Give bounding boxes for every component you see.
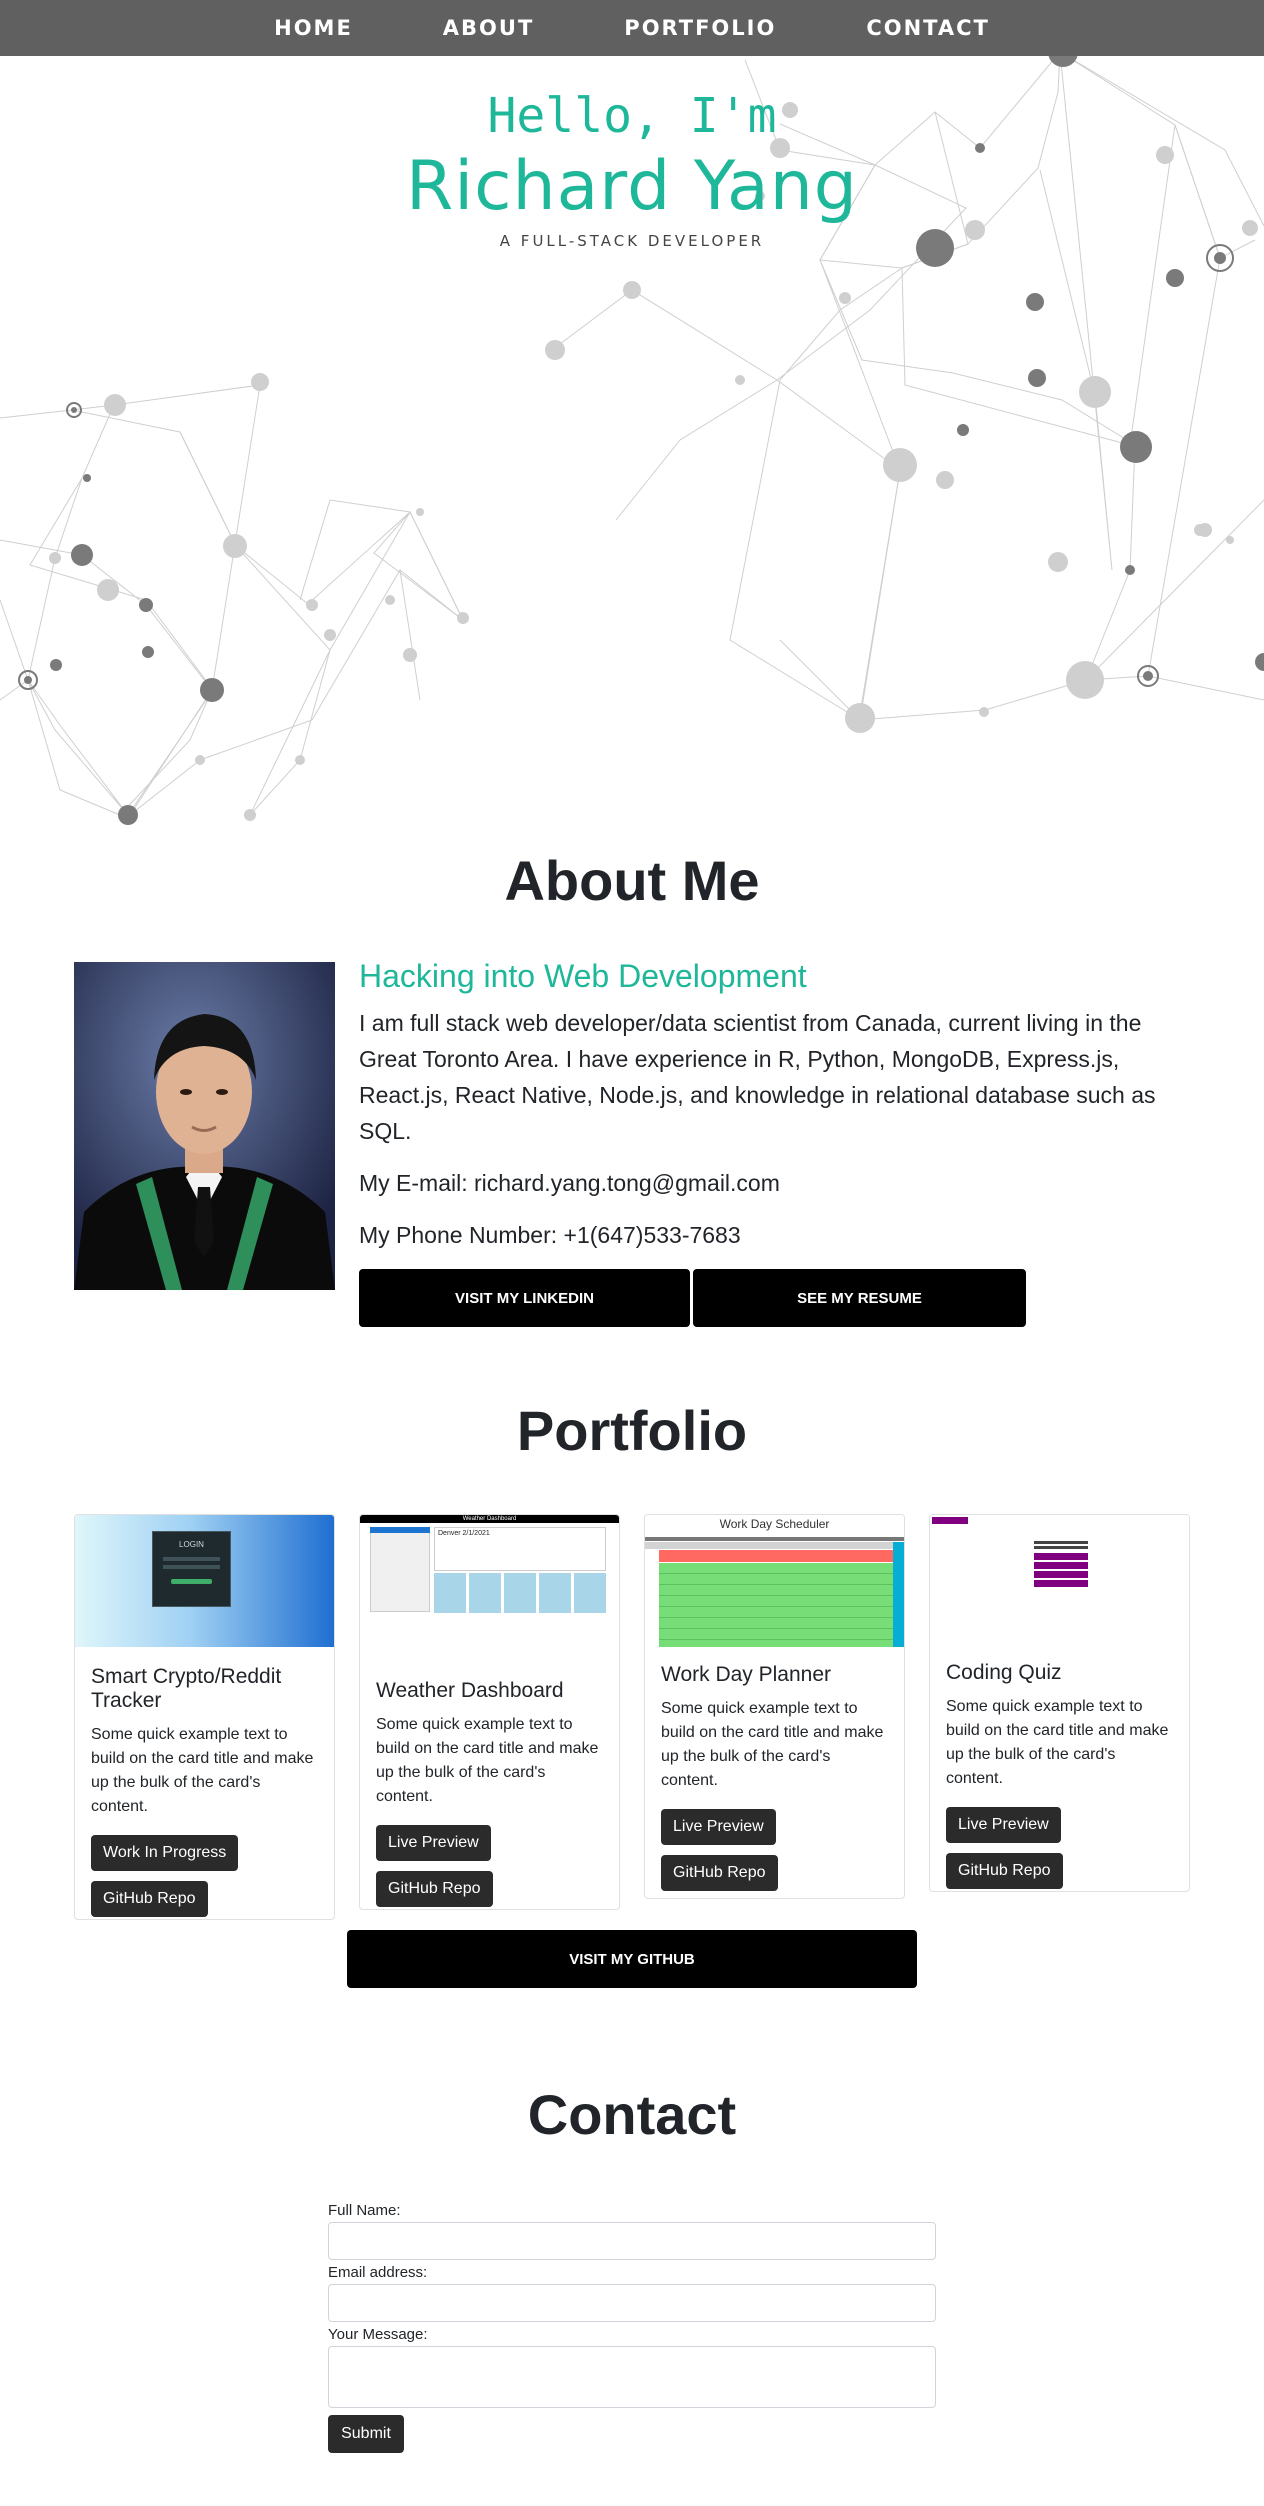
message-label: Your Message:: [328, 2326, 428, 2343]
card-title: Smart Crypto/Reddit Tracker: [91, 1665, 282, 1712]
github-repo-button[interactable]: GitHub Repo: [661, 1855, 778, 1891]
card-body: Work Day Planner Some quick example text…: [645, 1647, 904, 1898]
login-panel-graphic: LOGIN: [152, 1531, 231, 1607]
resume-button[interactable]: SEE MY RESUME: [693, 1269, 1026, 1327]
message-textarea[interactable]: [328, 2346, 936, 2408]
full-name-label: Full Name:: [328, 2202, 401, 2219]
thumbnail-header: Work Day Scheduler: [719, 1517, 830, 1531]
github-repo-button[interactable]: GitHub Repo: [91, 1881, 208, 1917]
card-text: Some quick example text to build on the …: [376, 1716, 599, 1805]
card-text: Some quick example text to build on the …: [946, 1698, 1169, 1787]
about-heading: Hacking into Web Development: [359, 958, 807, 994]
project-card-planner: Work Day Scheduler Work Day Planner Some…: [644, 1514, 905, 1899]
card-body: Smart Crypto/Reddit Tracker Some quick e…: [75, 1647, 334, 1919]
card-text: Some quick example text to build on the …: [661, 1700, 884, 1789]
linkedin-button[interactable]: VISIT MY LINKEDIN: [359, 1269, 690, 1327]
live-preview-button[interactable]: Live Preview: [946, 1807, 1061, 1843]
nav-contact-link[interactable]: CONTACT: [866, 16, 990, 40]
nav-portfolio-link[interactable]: PORTFOLIO: [624, 16, 776, 40]
submit-button[interactable]: Submit: [328, 2415, 404, 2453]
hero-tagline: A FULL-STACK DEVELOPER: [499, 232, 765, 250]
thumbnail-login-text: LOGIN: [179, 1540, 204, 1549]
work-in-progress-button[interactable]: Work In Progress: [91, 1835, 239, 1871]
card-body: Coding Quiz Some quick example text to b…: [930, 1647, 1189, 1891]
card-text: Some quick example text to build on the …: [91, 1726, 314, 1815]
about-email: My E-mail: richard.yang.tong@gmail.com: [359, 1170, 780, 1196]
project-thumbnail: [930, 1515, 1189, 1647]
project-card-quiz: Coding Quiz Some quick example text to b…: [929, 1514, 1190, 1892]
github-repo-button[interactable]: GitHub Repo: [376, 1871, 493, 1907]
about-buttons: VISIT MY LINKEDIN SEE MY RESUME: [359, 1269, 1179, 1327]
project-thumbnail: Weather Dashboard Denver 2/1/2021: [360, 1515, 619, 1647]
card-body: Weather Dashboard Some quick example tex…: [360, 1647, 619, 1909]
github-repo-button[interactable]: GitHub Repo: [946, 1853, 1063, 1889]
hero-section: Hello, I'm Richard Yang A FULL-STACK DEV…: [0, 0, 1264, 850]
about-title: About Me: [504, 849, 760, 912]
about-content: Hacking into Web Development I am full s…: [359, 958, 1179, 1327]
about-phone: My Phone Number: +1(647)533-7683: [359, 1222, 741, 1248]
hero-text: Hello, I'm Richard Yang A FULL-STACK DEV…: [0, 86, 1264, 250]
project-card-crypto: LOGIN Smart Crypto/Reddit Tracker Some q…: [74, 1514, 335, 1920]
top-navbar: HOME ABOUT PORTFOLIO CONTACT: [0, 0, 1264, 56]
profile-photo: [74, 962, 335, 1290]
hero-greeting: Hello, I'm: [487, 88, 777, 144]
thumbnail-header: Weather Dashboard: [360, 1515, 619, 1523]
nav-about-link[interactable]: ABOUT: [443, 16, 535, 40]
contact-title: Contact: [527, 2083, 737, 2146]
profile-portrait-graphic: [74, 962, 335, 1290]
card-title: Weather Dashboard: [376, 1679, 564, 1702]
card-title: Coding Quiz: [946, 1661, 1062, 1684]
nav-home-link[interactable]: HOME: [274, 16, 353, 40]
thumbnail-city: Denver 2/1/2021: [438, 1530, 490, 1537]
hero-name: Richard Yang: [406, 147, 858, 226]
email-label: Email address:: [328, 2264, 428, 2281]
project-card-weather: Weather Dashboard Denver 2/1/2021 Weathe…: [359, 1514, 620, 1910]
card-title: Work Day Planner: [661, 1663, 832, 1686]
portfolio-title: Portfolio: [516, 1399, 748, 1462]
project-thumbnail: LOGIN: [75, 1515, 334, 1647]
project-thumbnail: Work Day Scheduler: [645, 1515, 904, 1647]
live-preview-button[interactable]: Live Preview: [376, 1825, 491, 1861]
full-name-input[interactable]: [328, 2222, 936, 2260]
about-bio: I am full stack web developer/data scien…: [359, 1010, 1156, 1144]
email-input[interactable]: [328, 2284, 936, 2322]
visit-github-button[interactable]: VISIT MY GITHUB: [347, 1930, 917, 1988]
live-preview-button[interactable]: Live Preview: [661, 1809, 776, 1845]
